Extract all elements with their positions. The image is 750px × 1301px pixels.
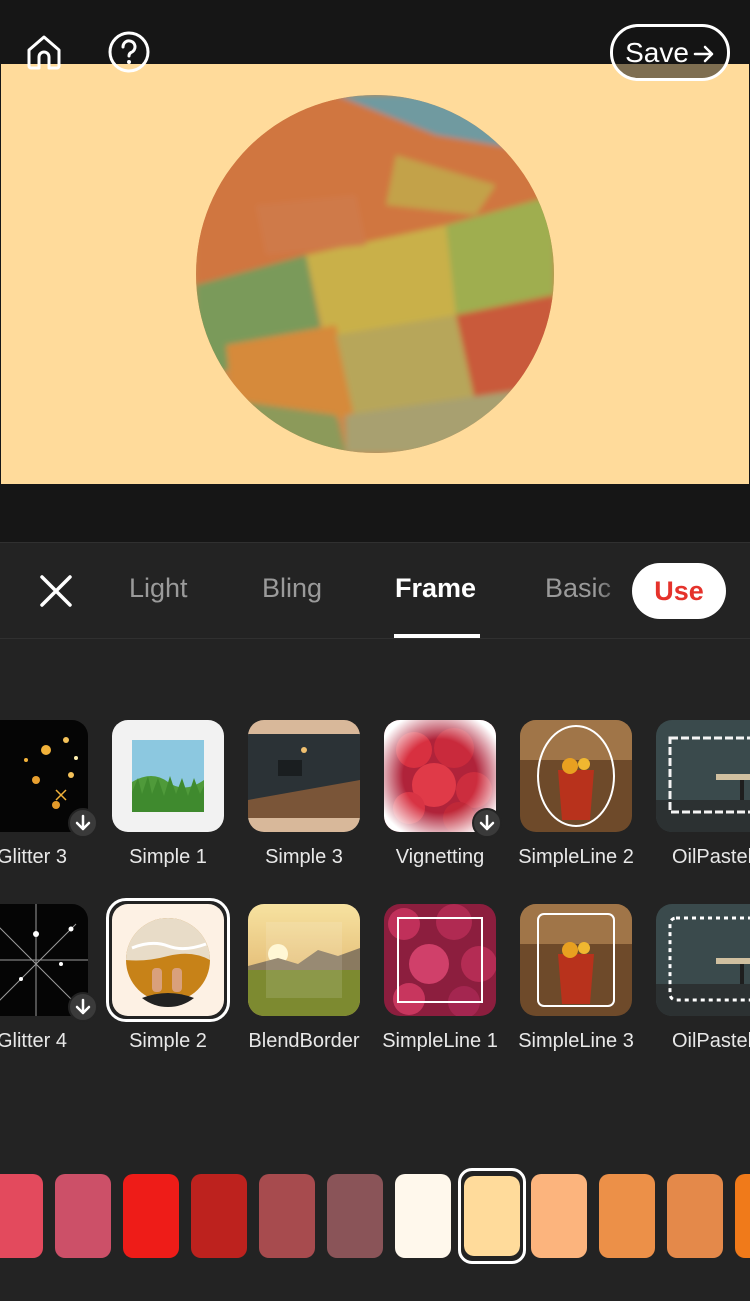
home-icon [27,35,61,70]
color-swatch[interactable] [55,1174,111,1258]
color-swatch[interactable] [395,1174,451,1258]
save-button[interactable]: Save [610,24,730,81]
tab-scroll-fade [596,543,632,638]
frame-thumb [384,904,496,1016]
tab-frame[interactable]: Frame [395,573,476,604]
tab-bling[interactable]: Bling [262,573,322,604]
download-badge [68,808,98,838]
photo-canvas [0,64,750,485]
color-swatch-selected[interactable] [461,1173,523,1259]
color-swatch[interactable] [599,1174,655,1258]
frame-label: OilPastel [671,846,750,868]
frame-thumb [656,904,750,1016]
color-swatch[interactable] [259,1174,315,1258]
frame-thumb [520,904,632,1016]
color-swatch[interactable] [0,1174,43,1258]
frame-thumb [248,720,360,832]
arrow-right-icon [693,45,714,62]
close-icon [40,575,72,607]
download-icon [479,814,495,831]
color-swatch-row [0,1168,750,1268]
frame-grid: Glitter 3 Simple 1 Simple 3 Vignetting S… [0,640,750,1110]
frame-thumb [112,904,224,1016]
canvas-spacer [0,485,750,542]
tab-light[interactable]: Light [129,573,188,604]
help-button[interactable] [107,30,151,74]
download-badge [68,992,98,1022]
download-icon [75,814,91,831]
use-button[interactable]: Use [632,563,726,619]
color-swatch[interactable] [735,1174,750,1258]
frame-thumb [656,720,750,832]
save-label: Save [625,36,689,68]
active-tab-indicator [394,634,480,638]
color-swatch[interactable] [327,1174,383,1258]
color-swatch[interactable] [667,1174,723,1258]
color-swatch[interactable] [123,1174,179,1258]
frame-label: OilPastel [671,1030,750,1052]
frame-thumb [112,720,224,832]
download-badge [472,808,502,838]
color-swatch[interactable] [191,1174,247,1258]
category-tab-bar: Light Bling Frame Basic Use [0,542,750,639]
close-button[interactable] [36,571,76,611]
question-icon [108,31,150,73]
frame-thumb [248,904,360,1016]
color-swatch[interactable] [531,1174,587,1258]
photo-map-image[interactable] [196,95,554,453]
home-button[interactable] [22,30,66,74]
download-icon [75,998,91,1015]
frame-thumb [520,720,632,832]
